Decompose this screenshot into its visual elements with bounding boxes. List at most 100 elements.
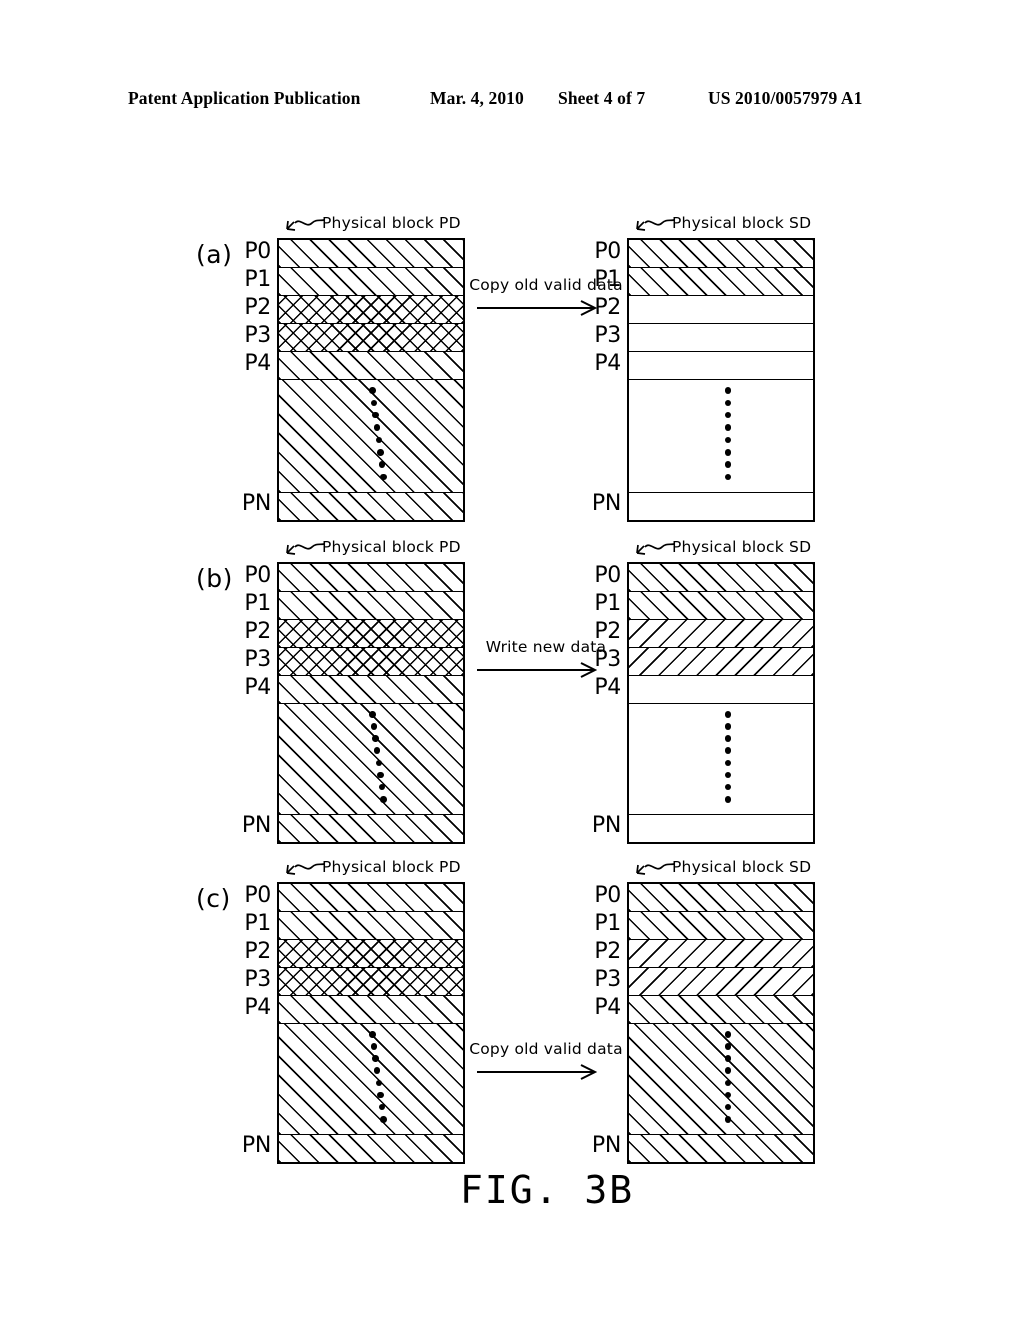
ellipsis-dot	[724, 723, 732, 730]
ellipsis-dot	[724, 1116, 732, 1123]
row-label-p1: P1	[594, 911, 621, 936]
row-label-p4: P4	[594, 351, 621, 376]
row-label-p4: P4	[594, 675, 621, 700]
page-row-p2-sd	[629, 940, 813, 968]
row-label-p2: P2	[594, 939, 621, 964]
page-row-p1-pd	[279, 592, 463, 620]
page-row-p2-pd	[279, 296, 463, 324]
physical-block-pd-group-c	[277, 882, 465, 1164]
page-row-pn-pd	[279, 493, 463, 520]
row-label-p1: P1	[244, 911, 271, 936]
row-label-pn: PN	[591, 1133, 621, 1158]
right-arrow-icon-group-b	[477, 662, 597, 678]
row-label-p4: P4	[244, 995, 271, 1020]
ellipsis-dot	[369, 711, 376, 718]
ellipsis-dot	[375, 436, 383, 444]
ellipsis-dot	[375, 759, 383, 767]
group-label-c: (c)	[196, 884, 231, 913]
ellipsis-dot	[377, 771, 384, 779]
page-row-p3-sd	[629, 968, 813, 996]
ellipsis-dot	[724, 796, 732, 803]
page-row-p3-sd	[629, 324, 813, 352]
page-row-p0-sd	[629, 564, 813, 592]
page-row-pn-sd	[629, 1135, 813, 1162]
page-row-p4-sd	[629, 676, 813, 704]
row-label-p2: P2	[244, 295, 271, 320]
squiggle-arrow-icon-pd-group-c	[286, 863, 325, 875]
squiggle-arrow-icon-sd-group-c	[636, 863, 675, 875]
page-row-p4-sd	[629, 352, 813, 380]
row-label-p4: P4	[594, 995, 621, 1020]
row-label-p0: P0	[244, 239, 271, 264]
page-row-p4-pd	[279, 996, 463, 1024]
ellipsis-dot	[724, 1031, 732, 1038]
squiggle-arrow-icon-sd-group-a	[636, 219, 675, 231]
page-row-middle-sd	[629, 704, 813, 815]
row-label-p0: P0	[244, 883, 271, 908]
figure-3b: (a) P0 P1 P2 P3 P4 PN Physical block PD P0 P1 P2 P3…	[0, 0, 1024, 1320]
ellipsis-dot	[369, 1031, 376, 1038]
transfer-label-group-b: Write new data	[485, 638, 607, 656]
ellipsis-dot	[724, 387, 732, 394]
physical-block-sd-group-b	[627, 562, 815, 844]
ellipsis-dot	[378, 461, 386, 468]
physical-block-pd-group-b	[277, 562, 465, 844]
ellipsis-dot	[369, 387, 376, 394]
ellipsis-dot	[380, 473, 387, 481]
page-row-p4-sd	[629, 996, 813, 1024]
row-label-p3: P3	[244, 323, 271, 348]
page-row-middle-sd	[629, 380, 813, 493]
block-caption-pd-group-c: Physical block PD	[322, 858, 461, 876]
page-row-p4-pd	[279, 352, 463, 380]
row-label-pn: PN	[591, 491, 621, 516]
page-row-p0-pd	[279, 884, 463, 912]
row-label-pn: PN	[591, 813, 621, 838]
page-row-p1-sd	[629, 592, 813, 620]
page-row-p1-sd	[629, 912, 813, 940]
page-row-pn-sd	[629, 493, 813, 520]
transfer-label-group-c: Copy old valid data	[469, 1040, 623, 1058]
transfer-label-group-a: Copy old valid data	[469, 276, 623, 294]
right-arrow-icon-group-c	[477, 1064, 597, 1080]
ellipsis-dot	[377, 1091, 384, 1099]
page-row-middle-pd	[279, 380, 463, 493]
page-row-p0-sd	[629, 240, 813, 268]
ellipsis-dot	[380, 1116, 387, 1123]
row-label-p4: P4	[244, 351, 271, 376]
page-row-p2-pd	[279, 940, 463, 968]
ellipsis-dot	[724, 449, 732, 456]
row-label-p1: P1	[594, 591, 621, 616]
squiggle-arrow-icon-pd-group-a	[286, 219, 325, 231]
row-label-p1: P1	[244, 591, 271, 616]
page-row-p3-pd	[279, 968, 463, 996]
row-label-pn: PN	[241, 491, 271, 516]
ellipsis-dot	[380, 796, 387, 803]
page-row-p0-pd	[279, 564, 463, 592]
ellipsis-dot	[370, 723, 378, 730]
row-label-p0: P0	[244, 563, 271, 588]
page-row-pn-pd	[279, 815, 463, 842]
ellipsis-dot	[377, 449, 384, 456]
page-row-p4-pd	[279, 676, 463, 704]
row-label-p3: P3	[594, 967, 621, 992]
ellipsis-dot	[372, 735, 379, 742]
page-row-p2-sd	[629, 296, 813, 324]
row-label-p4: P4	[244, 675, 271, 700]
row-label-pn: PN	[241, 1133, 271, 1158]
block-caption-sd-group-b: Physical block SD	[672, 538, 812, 556]
row-label-p2: P2	[244, 939, 271, 964]
row-label-p3: P3	[244, 967, 271, 992]
ellipsis-dot	[724, 461, 732, 468]
physical-block-sd-group-c	[627, 882, 815, 1164]
page-row-p0-sd	[629, 884, 813, 912]
row-label-pn: PN	[241, 813, 271, 838]
ellipsis-dot	[724, 735, 732, 742]
page-row-middle-pd	[279, 704, 463, 815]
row-label-p0: P0	[594, 563, 621, 588]
row-label-p0: P0	[594, 239, 621, 264]
page-row-pn-pd	[279, 1135, 463, 1162]
block-caption-sd-group-c: Physical block SD	[672, 858, 812, 876]
figure-caption: FIG. 3B	[460, 1168, 635, 1212]
page-row-p1-pd	[279, 912, 463, 940]
squiggle-arrow-icon-pd-group-b	[286, 543, 325, 555]
